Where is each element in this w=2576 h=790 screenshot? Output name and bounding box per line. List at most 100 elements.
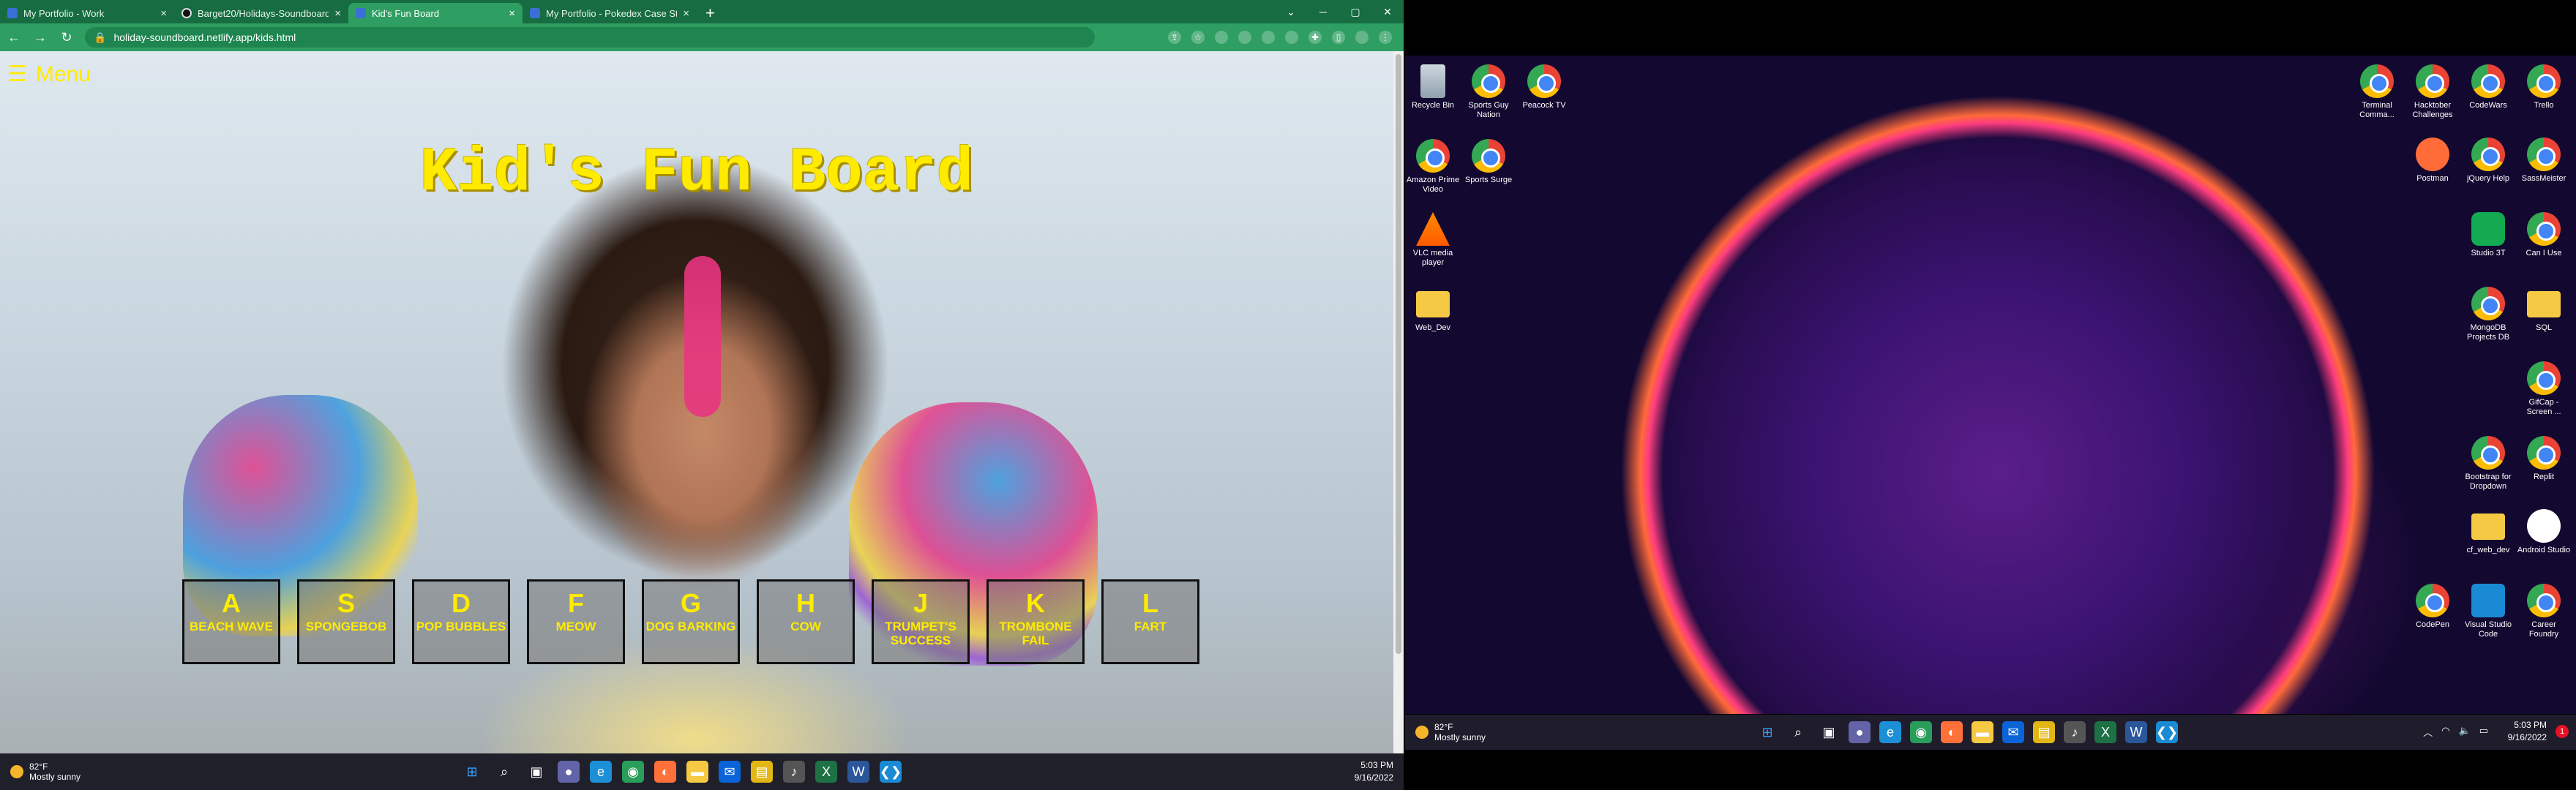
side-panel-icon[interactable]: ▯ [1332, 31, 1345, 44]
sound-key-d[interactable]: D POP BUBBLES [412, 579, 510, 664]
edge-icon[interactable]: e [1879, 721, 1901, 743]
sound-key-f[interactable]: F MEOW [527, 579, 625, 664]
word-icon[interactable]: W [2125, 721, 2147, 743]
chrome-icon[interactable]: ◉ [1910, 721, 1932, 743]
word-icon[interactable]: W [847, 761, 869, 783]
file-explorer-icon[interactable]: ▬ [686, 761, 708, 783]
extension-icon[interactable] [1238, 31, 1251, 44]
mail-icon[interactable]: ✉ [719, 761, 741, 783]
more-menu-icon[interactable]: ⋮ [1379, 31, 1392, 44]
desktop-icon-android-studio[interactable]: Android Studio [2516, 509, 2572, 555]
media-player-icon[interactable]: ♪ [783, 761, 805, 783]
sound-key-a[interactable]: A BEACH WAVE [182, 579, 280, 664]
desktop-icon-trello[interactable]: Trello [2516, 64, 2572, 110]
desktop-icon-web-dev[interactable]: Web_Dev [1405, 287, 1461, 333]
sound-key-l[interactable]: L FART [1101, 579, 1199, 664]
desktop-icon-can-i-use[interactable]: Can I Use [2516, 212, 2572, 258]
extensions-puzzle-icon[interactable]: ✚ [1308, 31, 1322, 44]
system-clock[interactable]: 5:03 PM 9/16/2022 [2508, 719, 2547, 744]
sticky-notes-icon[interactable]: ▤ [751, 761, 773, 783]
minimize-button[interactable]: ─ [1307, 6, 1339, 18]
extension-icon[interactable] [1215, 31, 1228, 44]
task-view-icon[interactable]: ▣ [1818, 721, 1840, 743]
bookmark-star-icon[interactable]: ☆ [1191, 31, 1205, 44]
tab-github[interactable]: Barget20/Holidays-Soundboard × [174, 3, 348, 23]
file-explorer-icon[interactable]: ▬ [1972, 721, 1993, 743]
desktop-icon-cf-web-dev[interactable]: cf_web_dev [2460, 509, 2516, 555]
tab-pokedex[interactable]: My Portfolio - Pokedex Case Stu × [523, 3, 697, 23]
desktop-icon-vlc[interactable]: VLC media player [1405, 212, 1461, 268]
volume-icon[interactable]: 🔈 [2459, 725, 2471, 739]
close-tab-icon[interactable]: × [683, 7, 689, 20]
profile-avatar-icon[interactable] [1355, 31, 1368, 44]
task-view-icon[interactable]: ▣ [525, 761, 547, 783]
sound-key-h[interactable]: H COW [757, 579, 855, 664]
share-icon[interactable]: ⇪ [1168, 31, 1181, 44]
maximize-button[interactable]: ▢ [1339, 6, 1371, 18]
sticky-notes-icon[interactable]: ▤ [2033, 721, 2055, 743]
desktop-icon-sassmeister[interactable]: SassMeister [2516, 138, 2572, 184]
vscode-icon[interactable]: ❮❯ [2156, 721, 2178, 743]
extension-icon[interactable] [1262, 31, 1275, 44]
desktop-icon-amazon-prime[interactable]: Amazon Prime Video [1405, 139, 1461, 195]
edge-icon[interactable]: e [590, 761, 612, 783]
desktop-icon-hacktober[interactable]: Hacktober Challenges [2405, 64, 2460, 120]
desktop-icon-replit[interactable]: Replit [2516, 436, 2572, 482]
lock-icon[interactable]: 🔒 [94, 31, 106, 44]
tab-search-icon[interactable]: ⌄ [1275, 6, 1307, 18]
desktop-icon-bootstrap-dropdown[interactable]: Bootstrap for Dropdown [2460, 436, 2516, 492]
wifi-icon[interactable]: ◠ [2441, 725, 2449, 739]
desktop-icon-codepen[interactable]: CodePen [2405, 584, 2460, 630]
system-clock[interactable]: 5:03 PM 9/16/2022 [1355, 759, 1393, 784]
desktop-icon-studio-3t[interactable]: Studio 3T [2460, 212, 2516, 258]
desktop-icon-codewars[interactable]: CodeWars [2460, 64, 2516, 110]
desktop-icon-jquery-help[interactable]: jQuery Help [2460, 138, 2516, 184]
vscode-icon[interactable]: ❮❯ [880, 761, 902, 783]
desktop-icon-postman[interactable]: Postman [2405, 138, 2460, 184]
forward-icon[interactable]: → [32, 30, 48, 45]
chevron-up-icon[interactable]: ︿ [2423, 725, 2433, 739]
firefox-icon[interactable]: ◐ [1941, 721, 1963, 743]
extension-icon[interactable] [1285, 31, 1298, 44]
desktop-icon-terminal[interactable]: Terminal Comma... [2349, 64, 2405, 120]
sound-key-g[interactable]: G DOG BARKING [642, 579, 740, 664]
page-scrollbar[interactable] [1393, 51, 1404, 753]
search-icon[interactable]: ⌕ [493, 761, 515, 783]
sound-key-k[interactable]: K TROMBONE FAIL [986, 579, 1085, 664]
desktop-icon-career-foundry[interactable]: Career Foundry [2516, 584, 2572, 639]
notification-badge[interactable]: 1 [2556, 725, 2569, 738]
start-windows-icon[interactable]: ⊞ [1756, 721, 1778, 743]
close-window-button[interactable]: ✕ [1371, 6, 1404, 18]
close-tab-icon[interactable]: × [509, 7, 515, 20]
menu-toggle[interactable]: ☰ Menu [7, 61, 91, 87]
excel-icon[interactable]: X [2094, 721, 2116, 743]
close-tab-icon[interactable]: × [160, 7, 167, 20]
scrollbar-thumb[interactable] [1396, 54, 1401, 654]
desktop-icon-sql[interactable]: SQL [2516, 287, 2572, 333]
start-windows-icon[interactable]: ⊞ [461, 761, 483, 783]
desktop-icon-sports-guy-nation[interactable]: Sports Guy Nation [1461, 64, 1516, 120]
desktop-icon-peacock-tv[interactable]: Peacock TV [1516, 64, 1572, 110]
tab-portfolio-work[interactable]: My Portfolio - Work × [0, 3, 174, 23]
sound-key-j[interactable]: J TRUMPET'S SUCCESS [872, 579, 970, 664]
desktop-icon-vscode[interactable]: Visual Studio Code [2460, 584, 2516, 639]
excel-icon[interactable]: X [815, 761, 837, 783]
new-tab-button[interactable]: + [697, 3, 724, 23]
mail-icon[interactable]: ✉ [2002, 721, 2024, 743]
teams-chat-icon[interactable]: ● [1849, 721, 1871, 743]
battery-icon[interactable]: ▭ [2479, 725, 2488, 739]
media-player-icon[interactable]: ♪ [2064, 721, 2086, 743]
address-bar[interactable]: 🔒 holiday-soundboard.netlify.app/kids.ht… [85, 27, 1095, 48]
weather-widget[interactable]: 82°F Mostly sunny [10, 761, 80, 782]
search-icon[interactable]: ⌕ [1787, 721, 1809, 743]
close-tab-icon[interactable]: × [334, 7, 341, 20]
reload-icon[interactable]: ↻ [59, 30, 75, 45]
desktop-icon-mongodb[interactable]: MongoDB Projects DB [2460, 287, 2516, 342]
back-icon[interactable]: ← [6, 30, 22, 45]
desktop-icon-recycle-bin[interactable]: Recycle Bin [1405, 64, 1461, 110]
desktop-icon-gifcap[interactable]: GifCap - Screen ... [2516, 361, 2572, 417]
firefox-icon[interactable]: ◐ [654, 761, 676, 783]
teams-chat-icon[interactable]: ● [558, 761, 580, 783]
sound-key-s[interactable]: S SPONGEBOB [297, 579, 395, 664]
chrome-icon[interactable]: ◉ [622, 761, 644, 783]
